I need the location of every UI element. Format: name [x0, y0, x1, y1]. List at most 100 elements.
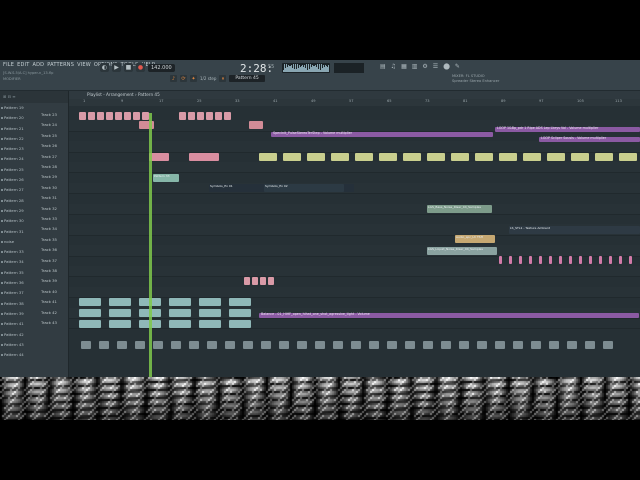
pattern-clip[interactable] [283, 153, 301, 161]
pattern-clip[interactable] [495, 341, 505, 349]
track-label[interactable]: Track 36 [41, 247, 57, 252]
pattern-clip[interactable] [88, 112, 95, 120]
track-label[interactable]: Track 38 [41, 268, 57, 273]
playlist-icon[interactable]: ▤ [380, 63, 386, 70]
pattern-clip[interactable] [188, 112, 195, 120]
pattern-clip[interactable] [252, 277, 258, 285]
pattern-clip[interactable] [571, 153, 589, 161]
pattern-clip[interactable] [207, 341, 217, 349]
pattern-clip[interactable] [619, 153, 637, 161]
browser-item[interactable]: Pattern 21 [0, 124, 68, 134]
track-label[interactable]: Track 43 [41, 320, 57, 325]
browser-item[interactable]: Pattern 33 [0, 247, 68, 257]
pattern-clip[interactable] [531, 341, 541, 349]
pattern-clip[interactable] [451, 153, 469, 161]
browser-item[interactable]: noise [0, 237, 68, 247]
pattern-clip[interactable]: LGS_Bass_Noise_Riser_04_Samples [427, 205, 492, 213]
track-label[interactable]: Track 32 [41, 206, 57, 211]
pattern-clip[interactable] [477, 341, 487, 349]
browser-item[interactable]: Pattern 38 [0, 299, 68, 309]
browser-item[interactable]: Pattern 37 [0, 288, 68, 298]
pattern-clip[interactable] [169, 298, 191, 306]
browser-item[interactable]: Pattern 20 [0, 113, 68, 123]
pattern-clip[interactable] [169, 309, 191, 317]
track-label[interactable]: Track 25 [41, 133, 57, 138]
pattern-clip[interactable] [229, 320, 251, 328]
pattern-clip[interactable] [124, 112, 131, 120]
record-audio-icon[interactable]: ⬤ [443, 63, 450, 70]
pattern-clip[interactable] [567, 341, 577, 349]
browser-item[interactable]: Pattern 24 [0, 154, 68, 164]
metronome-icon[interactable]: ♪ [170, 75, 177, 82]
pattern-clip[interactable] [79, 320, 101, 328]
track-label[interactable]: Track 37 [41, 258, 57, 263]
pattern-clip[interactable] [441, 341, 451, 349]
playlist-title[interactable]: Playlist - Arrangement › Pattern 45 [69, 91, 640, 99]
pattern-clip[interactable] [149, 153, 169, 161]
track-label[interactable]: Track 39 [41, 278, 57, 283]
step-edit-icon[interactable]: ✦ [190, 75, 197, 82]
browser-icon[interactable]: ☰ [433, 63, 438, 70]
pattern-clip[interactable] [603, 341, 613, 349]
track-label[interactable]: Track 31 [41, 195, 57, 200]
pattern-clip[interactable] [224, 112, 231, 120]
browser-item[interactable]: Pattern 34 [0, 257, 68, 267]
pattern-clip[interactable] [199, 298, 221, 306]
pattern-clip[interactable] [109, 298, 131, 306]
loop-record-icon[interactable]: ⟳ [180, 75, 187, 82]
pattern-clip[interactable] [189, 341, 199, 349]
pattern-clip[interactable] [595, 153, 613, 161]
track-label[interactable]: Track 40 [41, 289, 57, 294]
pattern-clip[interactable] [109, 309, 131, 317]
pattern-clip[interactable] [423, 341, 433, 349]
pattern-clip[interactable] [81, 341, 91, 349]
browser-item[interactable]: Pattern 36 [0, 278, 68, 288]
pattern-clip[interactable] [97, 112, 104, 120]
pattern-clip[interactable] [79, 112, 86, 120]
browser-item[interactable]: Pattern 35 [0, 268, 68, 278]
pattern-clip[interactable] [106, 112, 113, 120]
pattern-clip[interactable] [135, 341, 145, 349]
browser-item[interactable]: Pattern 42 [0, 330, 68, 340]
pattern-clip[interactable] [549, 256, 552, 264]
browser-item[interactable]: Pattern 23 [0, 144, 68, 154]
pattern-clip[interactable] [355, 153, 373, 161]
track-label[interactable]: Track 24 [41, 122, 57, 127]
menu-edit[interactable]: EDIT [17, 62, 29, 68]
record-button[interactable]: ● [136, 63, 145, 72]
browser-item[interactable]: Pattern 29 [0, 206, 68, 216]
browser-item[interactable]: Pattern 41 [0, 319, 68, 329]
pattern-clip[interactable] [260, 277, 266, 285]
menu-add[interactable]: ADD [32, 62, 44, 68]
mixer-icon[interactable]: ▥ [412, 63, 418, 70]
browser-item[interactable]: Pattern 44 [0, 350, 68, 360]
piano-roll-icon[interactable]: ♫ [391, 63, 396, 70]
browser-item[interactable]: Pattern 31 [0, 227, 68, 237]
track-label[interactable]: Track 29 [41, 174, 57, 179]
pattern-clip[interactable] [569, 256, 572, 264]
pattern-clip[interactable] [79, 309, 101, 317]
pattern-clip[interactable]: Symbols_Ex 02 [264, 184, 344, 192]
pattern-clip[interactable] [297, 341, 307, 349]
track-label[interactable]: Track 26 [41, 143, 57, 148]
track-label[interactable]: Track 27 [41, 154, 57, 159]
browser-item[interactable]: Pattern 19 [0, 103, 68, 113]
track-label[interactable]: Track 34 [41, 226, 57, 231]
pattern-clip[interactable] [387, 341, 397, 349]
pattern-clip[interactable] [268, 277, 274, 285]
pattern-clip[interactable] [261, 341, 271, 349]
track-label[interactable]: Track 28 [41, 164, 57, 169]
pattern-clip[interactable] [315, 341, 325, 349]
browser-item[interactable]: Pattern 30 [0, 216, 68, 226]
pattern-clip[interactable] [229, 309, 251, 317]
snap-step[interactable]: 1/2 step [200, 76, 216, 81]
pattern-clip[interactable] [475, 153, 493, 161]
pattern-clip[interactable] [427, 153, 445, 161]
track-label[interactable]: Track 33 [41, 216, 57, 221]
pattern-clip[interactable] [259, 153, 277, 161]
pattern-clip[interactable]: LGS_Liquid_Noise_Riser_04_Samples [427, 247, 497, 255]
pattern-clip[interactable] [459, 341, 469, 349]
pattern-clip[interactable] [117, 341, 127, 349]
pattern-clip[interactable] [133, 112, 140, 120]
channel-rack-icon[interactable]: ▦ [401, 63, 407, 70]
